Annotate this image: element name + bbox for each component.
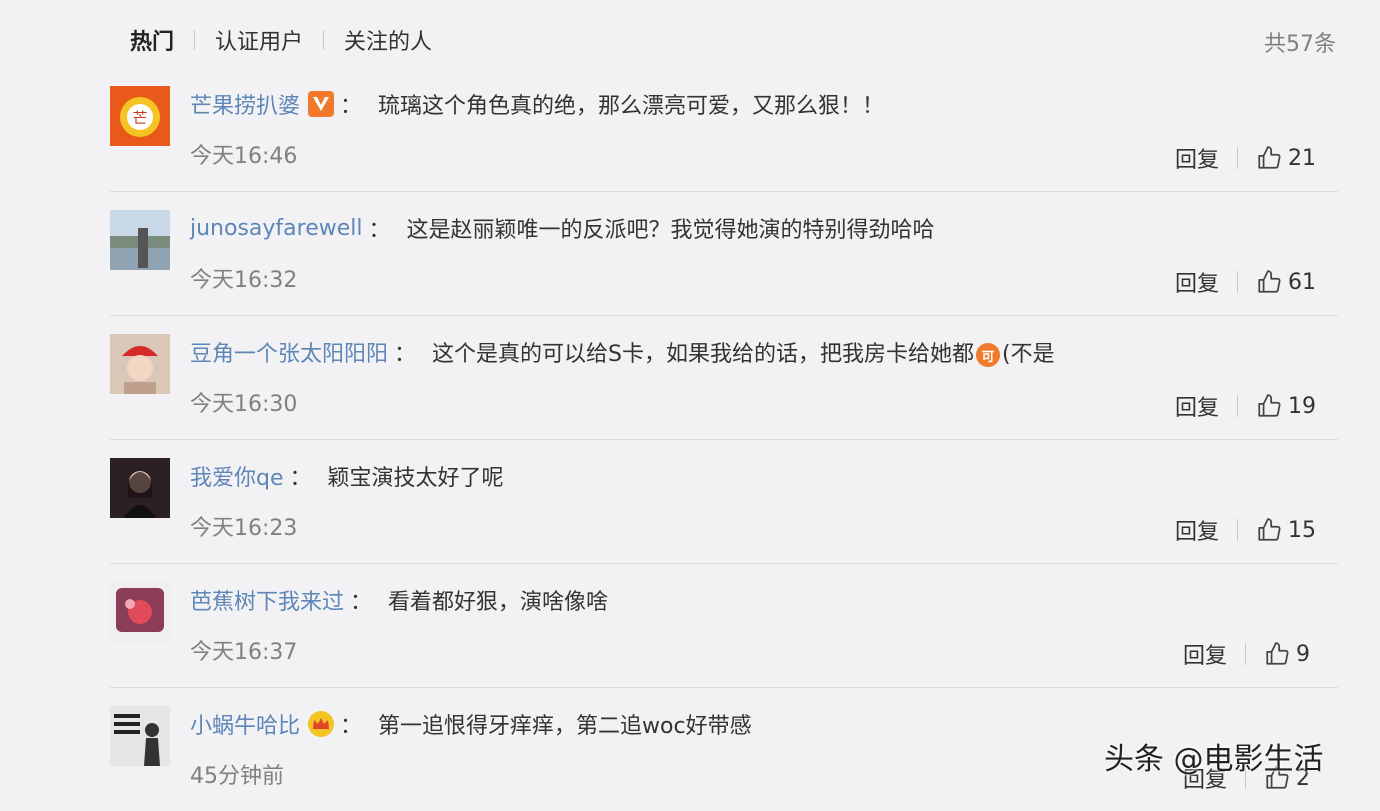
comment-item: 豆角一个张太阳阳阳 ： 这个是真的可以给S卡，如果我给的话，把我房卡给她都可 (不… — [110, 316, 1338, 440]
comment-text: 这个是真的可以给S卡，如果我给的话，把我房卡给她都可 (不是 — [432, 336, 1055, 368]
username[interactable]: 芭蕉树下我来过 — [190, 584, 344, 616]
action-divider — [1237, 147, 1238, 169]
comment-text: 看着都好狠，演啥像啥 — [388, 590, 609, 615]
colon: ： — [368, 218, 391, 243]
action-divider — [1237, 271, 1238, 293]
comment-text-part: (不是 — [1002, 342, 1055, 367]
like-button[interactable]: 9 — [1264, 641, 1316, 667]
tab-verified-users[interactable]: 认证用户 — [215, 24, 303, 56]
avatar[interactable] — [110, 210, 170, 270]
emoji-icon: 可 — [976, 343, 1000, 367]
like-count: 19 — [1288, 393, 1316, 419]
comment-actions: 回复 9 — [1183, 638, 1316, 670]
action-divider — [1245, 643, 1246, 665]
timestamp: 今天16:30 — [190, 392, 298, 417]
colon: ： — [289, 466, 312, 491]
reply-button[interactable]: 回复 — [1175, 514, 1219, 546]
comment-actions: 回复 61 — [1175, 266, 1316, 298]
like-count: 9 — [1296, 641, 1310, 667]
comment-text-part: 这个是真的可以给S卡，如果我给的话，把我房卡给她都 — [432, 342, 974, 367]
thumbs-up-icon — [1266, 642, 1289, 665]
comment-filter-tabs: 热门 认证用户 关注的人 — [130, 24, 432, 56]
comment-list: 芒 芒果捞扒婆 ： 琉璃这个角色真的绝，那么漂亮可爱，又那么狠！！ 今天16:4… — [110, 68, 1338, 811]
tab-following[interactable]: 关注的人 — [344, 24, 432, 56]
timestamp: 今天16:32 — [190, 268, 298, 293]
thumbs-up-icon — [1258, 270, 1281, 293]
tab-hot[interactable]: 热门 — [130, 24, 174, 56]
like-count: 21 — [1288, 145, 1316, 171]
avatar[interactable] — [110, 334, 170, 394]
comment-actions: 回复 21 — [1175, 142, 1316, 174]
colon: ： — [394, 342, 417, 367]
timestamp: 45分钟前 — [190, 764, 284, 789]
comment-text: 第一追恨得牙痒痒，第二追woc好带感 — [378, 714, 752, 739]
comment-actions: 回复 15 — [1175, 514, 1316, 546]
colon: ： — [350, 590, 373, 615]
thumbs-up-icon — [1258, 518, 1281, 541]
svg-text:芒: 芒 — [132, 109, 147, 127]
avatar[interactable]: 芒 — [110, 86, 170, 146]
like-button[interactable]: 15 — [1256, 517, 1316, 543]
username[interactable]: 我爱你qe — [190, 460, 284, 492]
comment-item: 芒 芒果捞扒婆 ： 琉璃这个角色真的绝，那么漂亮可爱，又那么狠！！ 今天16:4… — [110, 68, 1338, 192]
like-button[interactable]: 61 — [1256, 269, 1316, 295]
reply-button[interactable]: 回复 — [1175, 390, 1219, 422]
action-divider — [1237, 395, 1238, 417]
comment-item: 芭蕉树下我来过 ： 看着都好狠，演啥像啥 今天16:37 回复 9 — [110, 564, 1338, 688]
avatar[interactable] — [110, 706, 170, 766]
like-button[interactable]: 21 — [1256, 145, 1316, 171]
crown-badge-icon — [308, 711, 335, 737]
colon: ： — [340, 94, 363, 119]
reply-button[interactable]: 回复 — [1183, 638, 1227, 670]
action-divider — [1237, 519, 1238, 541]
avatar[interactable] — [110, 582, 170, 642]
comment-actions: 回复 19 — [1175, 390, 1316, 422]
username[interactable]: 豆角一个张太阳阳阳 — [190, 336, 388, 368]
timestamp: 今天16:46 — [190, 144, 298, 169]
comment-text: 琉璃这个角色真的绝，那么漂亮可爱，又那么狠！！ — [378, 94, 885, 119]
tab-divider — [323, 30, 325, 50]
comment-item: junosayfarewell ： 这是赵丽颖唯一的反派吧？我觉得她演的特别得劲… — [110, 192, 1338, 316]
colon: ： — [340, 714, 363, 739]
comment-count: 共57条 — [1264, 32, 1336, 57]
username[interactable]: 小蜗牛哈比 — [190, 708, 300, 740]
comment-item: 我爱你qe ： 颖宝演技太好了呢 今天16:23 回复 15 — [110, 440, 1338, 564]
timestamp: 今天16:23 — [190, 516, 298, 541]
watermark: 头条 @电影生活 — [1104, 742, 1324, 777]
tab-divider — [194, 30, 196, 50]
reply-button[interactable]: 回复 — [1175, 266, 1219, 298]
reply-button[interactable]: 回复 — [1175, 142, 1219, 174]
thumbs-up-icon — [1258, 394, 1281, 417]
vip-badge-icon — [308, 91, 335, 117]
username[interactable]: junosayfarewell — [190, 216, 363, 241]
comment-text: 颖宝演技太好了呢 — [327, 466, 504, 491]
like-count: 15 — [1288, 517, 1316, 543]
timestamp: 今天16:37 — [190, 640, 298, 665]
avatar[interactable] — [110, 458, 170, 518]
comment-text: 这是赵丽颖唯一的反派吧？我觉得她演的特别得劲哈哈 — [406, 218, 935, 243]
thumbs-up-icon — [1258, 146, 1281, 169]
like-button[interactable]: 19 — [1256, 393, 1316, 419]
username[interactable]: 芒果捞扒婆 — [190, 88, 300, 120]
like-count: 61 — [1288, 269, 1316, 295]
